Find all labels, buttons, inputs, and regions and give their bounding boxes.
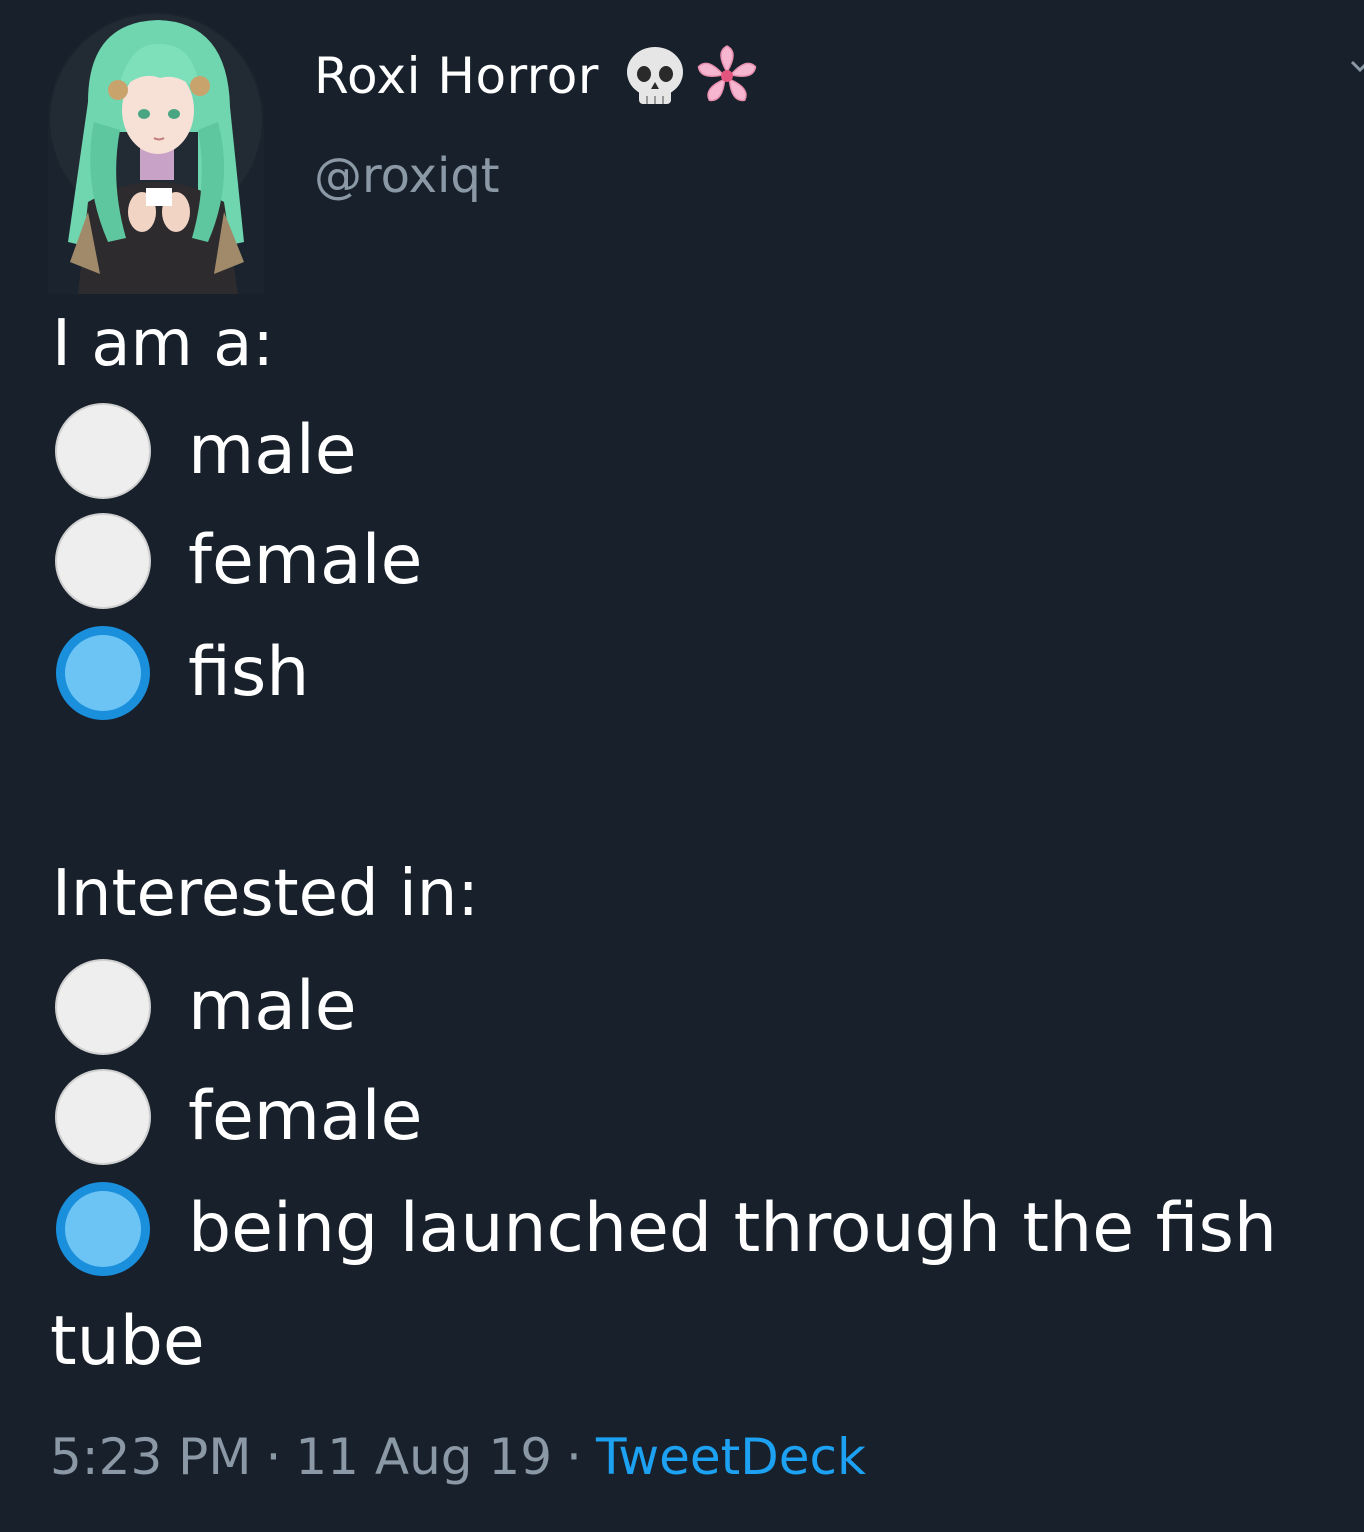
- tweet-metadata: 5:23 PM · 11 Aug 19 · TweetDeck: [50, 1432, 866, 1482]
- section-heading-i-am: I am a:: [52, 307, 274, 381]
- avatar[interactable]: [48, 12, 264, 294]
- display-name-row: Roxi Horror: [314, 40, 761, 112]
- tweet-time[interactable]: 5:23 PM: [50, 1428, 251, 1486]
- option-row: female: [54, 1068, 422, 1166]
- avatar-illustration: [48, 12, 264, 294]
- tweet-date[interactable]: 11 Aug 19: [295, 1428, 552, 1486]
- blue-circle-icon: [56, 626, 150, 720]
- section-heading-interested-in: Interested in:: [52, 857, 479, 931]
- option-label: male: [188, 411, 357, 490]
- white-circle-icon: [55, 513, 151, 609]
- separator-dot: ·: [265, 1428, 282, 1486]
- option-label: being launched through the fish: [188, 1189, 1277, 1268]
- cherry-blossom-icon: [693, 42, 761, 110]
- skull-icon: [621, 42, 689, 110]
- white-circle-icon: [55, 959, 151, 1055]
- chevron-down-icon[interactable]: [1348, 56, 1364, 76]
- user-info: Roxi Horror @roxiqt: [314, 40, 761, 204]
- option-label-continuation: tube: [50, 1302, 205, 1381]
- white-circle-icon: [55, 403, 151, 499]
- blue-circle-icon: [56, 1182, 150, 1276]
- separator-dot: ·: [566, 1428, 582, 1486]
- white-circle-icon: [55, 1069, 151, 1165]
- option-row: male: [54, 402, 357, 500]
- tweet-card: Roxi Horror @roxiqt I am a: male female …: [0, 0, 1364, 1532]
- option-label: fish: [188, 633, 310, 712]
- option-row: male: [54, 958, 357, 1056]
- option-row-selected: fish: [54, 624, 309, 722]
- display-name[interactable]: Roxi Horror: [314, 47, 599, 105]
- option-label: female: [188, 1077, 423, 1156]
- option-row-selected: being launched through the fish: [54, 1180, 1277, 1278]
- option-label: female: [188, 521, 423, 600]
- user-handle[interactable]: @roxiqt: [314, 148, 500, 204]
- tweet-source-link[interactable]: TweetDeck: [596, 1428, 866, 1486]
- option-row: female: [54, 512, 422, 610]
- option-label: male: [188, 967, 357, 1046]
